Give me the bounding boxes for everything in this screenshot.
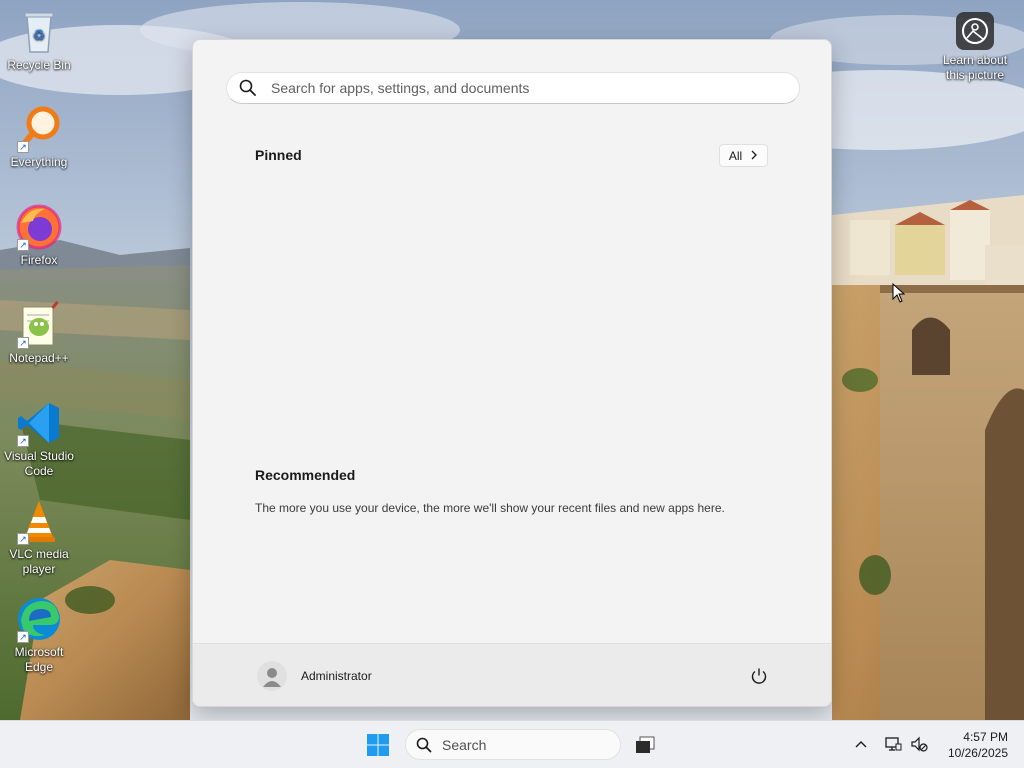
desktop-icon-everything[interactable]: ↗ Everything (0, 105, 78, 170)
recommended-title: Recommended (255, 467, 356, 483)
task-view-button[interactable] (630, 729, 660, 761)
everything-search-icon: ↗ (15, 105, 63, 153)
start-menu: Pinned All Recommended The more you use … (192, 39, 832, 707)
start-search-input[interactable] (271, 80, 771, 96)
all-apps-button[interactable]: All (719, 144, 768, 167)
desktop-icon-label: Firefox (20, 253, 58, 267)
system-clock[interactable]: 4:57 PM 10/26/2025 (938, 729, 1008, 761)
task-view-icon (636, 736, 655, 753)
desktop-icon-label: Everything (10, 155, 68, 169)
desktop-icon-notepad-plus-plus[interactable]: ↗ Notepad++ (0, 300, 78, 366)
shortcut-arrow-icon: ↗ (17, 337, 29, 349)
firefox-icon: ↗ (15, 203, 63, 251)
pinned-title: Pinned (255, 147, 302, 163)
desktop-icon-vlc[interactable]: ↗ VLC media player (0, 497, 78, 577)
all-apps-label: All (728, 148, 743, 163)
learn-about-picture[interactable]: Learn about this picture (935, 11, 1015, 83)
taskbar-search-label: Search (442, 736, 487, 753)
mouse-cursor-icon (892, 282, 906, 303)
edge-icon: ↗ (15, 595, 63, 643)
vscode-icon: ↗ (15, 399, 63, 447)
clock-date: 10/26/2025 (947, 746, 1008, 760)
shortcut-arrow-icon: ↗ (17, 239, 29, 251)
desktop-icon-edge[interactable]: ↗ Microsoft Edge (0, 595, 78, 675)
notepad-plus-plus-icon: ↗ (15, 300, 63, 349)
clock-time: 4:57 PM (963, 730, 1008, 744)
chevron-right-icon (750, 149, 758, 163)
desktop-icon-firefox[interactable]: ↗ Firefox (0, 203, 78, 268)
desktop-icon-vscode[interactable]: ↗ Visual Studio Code (0, 399, 78, 479)
desktop-icon-label: Visual Studio Code (4, 449, 74, 478)
vlc-icon: ↗ (15, 497, 63, 545)
start-button[interactable] (362, 729, 394, 761)
shortcut-arrow-icon: ↗ (17, 435, 29, 447)
power-icon (751, 668, 767, 684)
start-search-box[interactable] (226, 72, 800, 104)
start-menu-footer: Administrator (193, 643, 831, 706)
svg-text:♻: ♻ (33, 28, 46, 44)
search-icon (239, 79, 257, 97)
shortcut-arrow-icon: ↗ (17, 533, 29, 545)
chevron-up-icon (855, 741, 867, 748)
user-account-button[interactable]: Administrator (257, 661, 372, 691)
desktop-icon-label: Recycle Bin (7, 58, 71, 72)
user-name: Administrator (301, 669, 372, 683)
search-icon (416, 737, 432, 753)
desktop-icon-label: Microsoft Edge (14, 645, 64, 674)
avatar (257, 661, 287, 691)
volume-muted-icon (911, 736, 928, 752)
taskbar: Search 4:57 PM 10/26/2025 (0, 720, 1024, 768)
recommended-empty-text: The more you use your device, the more w… (255, 501, 725, 515)
desktop-icon-recycle-bin[interactable]: ♻ Recycle Bin (0, 8, 78, 73)
show-hidden-icons-button[interactable] (852, 736, 870, 754)
shortcut-arrow-icon: ↗ (17, 141, 29, 153)
taskbar-search[interactable]: Search (405, 729, 621, 760)
recycle-bin-icon: ♻ (15, 8, 63, 56)
shortcut-arrow-icon: ↗ (17, 631, 29, 643)
windows-logo-icon (367, 734, 389, 756)
camera-spotlight-icon (955, 11, 995, 51)
power-button[interactable] (749, 666, 769, 686)
volume-button[interactable] (910, 735, 928, 753)
network-status-button[interactable] (884, 735, 902, 753)
network-icon (885, 737, 902, 751)
desktop-icon-label: VLC media player (9, 547, 69, 576)
desktop-icon-label: Notepad++ (9, 351, 69, 365)
learn-about-picture-label: Learn about this picture (942, 53, 1008, 82)
